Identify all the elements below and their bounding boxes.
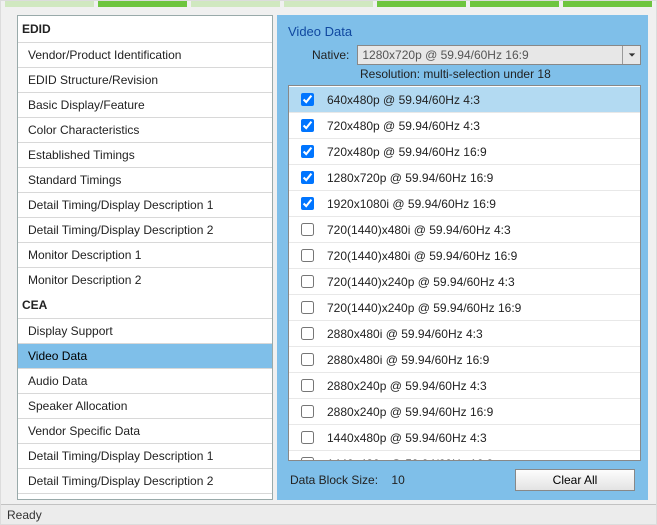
resolution-row[interactable]: 2880x480i @ 59.94/60Hz 4:3 (289, 321, 640, 347)
resolution-checkbox[interactable] (301, 171, 314, 184)
resolution-row[interactable]: 720(1440)x480i @ 59.94/60Hz 16:9 (289, 243, 640, 269)
resolution-checkbox[interactable] (301, 405, 314, 418)
resolution-row[interactable]: 2880x480i @ 59.94/60Hz 16:9 (289, 347, 640, 373)
resolution-row[interactable]: 720(1440)x240p @ 59.94/60Hz 4:3 (289, 269, 640, 295)
block-size-label: Data Block Size: (290, 473, 378, 487)
resolution-row[interactable]: 720x480p @ 59.94/60Hz 16:9 (289, 139, 640, 165)
resolution-checkbox[interactable] (301, 379, 314, 392)
resolution-label: 720x480p @ 59.94/60Hz 4:3 (327, 119, 632, 133)
resolution-row[interactable]: 2880x240p @ 59.94/60Hz 4:3 (289, 373, 640, 399)
resolution-label: 1920x1080i @ 59.94/60Hz 16:9 (327, 197, 632, 211)
resolution-checkbox[interactable] (301, 327, 314, 340)
nav-item[interactable]: Detail Timing/Display Description 3 (18, 493, 272, 500)
nav-item[interactable]: Monitor Description 1 (18, 242, 272, 267)
resolution-checkbox[interactable] (301, 197, 314, 210)
nav-item[interactable]: Basic Display/Feature (18, 92, 272, 117)
resolution-checkbox[interactable] (301, 119, 314, 132)
resolution-row[interactable]: 720(1440)x240p @ 59.94/60Hz 16:9 (289, 295, 640, 321)
status-bar: Ready (1, 504, 656, 524)
clear-all-button[interactable]: Clear All (515, 469, 635, 491)
resolution-checkbox[interactable] (301, 145, 314, 158)
panel-footer: Data Block Size: 10 Clear All (288, 461, 641, 493)
resolution-row[interactable]: 640x480p @ 59.94/60Hz 4:3 (289, 87, 640, 113)
resolution-label: 720x480p @ 59.94/60Hz 16:9 (327, 145, 632, 159)
navigation-tree[interactable]: EDIDVendor/Product IdentificationEDID St… (17, 15, 273, 500)
resolution-row[interactable]: 1920x1080i @ 59.94/60Hz 16:9 (289, 191, 640, 217)
resolution-row[interactable]: 720x480p @ 59.94/60Hz 4:3 (289, 113, 640, 139)
app-window: EDIDVendor/Product IdentificationEDID St… (0, 0, 657, 525)
resolution-label: 720(1440)x240p @ 59.94/60Hz 4:3 (327, 275, 632, 289)
nav-item[interactable]: Display Support (18, 318, 272, 343)
resolution-row[interactable]: 1440x480p @ 59.94/60Hz 4:3 (289, 425, 640, 451)
resolution-label: 2880x480i @ 59.94/60Hz 16:9 (327, 353, 632, 367)
resolution-checkbox[interactable] (301, 301, 314, 314)
nav-item[interactable]: Monitor Description 2 (18, 267, 272, 292)
resolution-label: 2880x240p @ 59.94/60Hz 4:3 (327, 379, 632, 393)
nav-item[interactable]: Audio Data (18, 368, 272, 393)
resolution-checkbox[interactable] (301, 275, 314, 288)
resolution-label: 2880x240p @ 59.94/60Hz 16:9 (327, 405, 632, 419)
panel-title: Video Data (288, 24, 641, 39)
nav-item[interactable]: Color Characteristics (18, 117, 272, 142)
resolution-checkbox[interactable] (301, 223, 314, 236)
resolution-label: 640x480p @ 59.94/60Hz 4:3 (327, 93, 632, 107)
nav-item[interactable]: Speaker Allocation (18, 393, 272, 418)
nav-item[interactable]: Established Timings (18, 142, 272, 167)
main-area: EDIDVendor/Product IdentificationEDID St… (1, 7, 656, 504)
resolution-checkbox[interactable] (301, 93, 314, 106)
nav-item[interactable]: Detail Timing/Display Description 1 (18, 192, 272, 217)
resolution-checkbox[interactable] (301, 249, 314, 262)
resolution-checkbox[interactable] (301, 353, 314, 366)
resolution-label: 2880x480i @ 59.94/60Hz 4:3 (327, 327, 632, 341)
native-row: Native: 1280x720p @ 59.94/60Hz 16:9 (288, 45, 641, 65)
resolution-row[interactable]: 1280x720p @ 59.94/60Hz 16:9 (289, 165, 640, 191)
nav-item[interactable]: Video Data (18, 343, 272, 368)
resolution-label: 720(1440)x240p @ 59.94/60Hz 16:9 (327, 301, 632, 315)
nav-item[interactable]: Detail Timing/Display Description 2 (18, 468, 272, 493)
nav-item[interactable]: Vendor Specific Data (18, 418, 272, 443)
resolution-label: 1440x480p @ 59.94/60Hz 4:3 (327, 431, 632, 445)
block-size-group: Data Block Size: 10 (290, 473, 405, 487)
video-data-panel: Video Data Native: 1280x720p @ 59.94/60H… (277, 15, 648, 500)
resolution-checkbox[interactable] (301, 431, 314, 444)
chevron-down-icon (622, 46, 640, 64)
nav-group-header: CEA (18, 292, 272, 318)
resolution-row[interactable]: 1440x480p @ 59.94/60Hz 16:9 (289, 451, 640, 461)
nav-item[interactable]: EDID Structure/Revision (18, 67, 272, 92)
resolution-label: 720(1440)x480i @ 59.94/60Hz 16:9 (327, 249, 632, 263)
resolution-label: 1280x720p @ 59.94/60Hz 16:9 (327, 171, 632, 185)
nav-item[interactable]: Detail Timing/Display Description 2 (18, 217, 272, 242)
native-label: Native: (312, 48, 349, 62)
resolution-label: 720(1440)x480i @ 59.94/60Hz 4:3 (327, 223, 632, 237)
resolution-hint: Resolution: multi-selection under 18 (288, 67, 641, 81)
resolution-row[interactable]: 2880x240p @ 59.94/60Hz 16:9 (289, 399, 640, 425)
nav-item[interactable]: Vendor/Product Identification (18, 42, 272, 67)
nav-group-header: EDID (18, 16, 272, 42)
status-text: Ready (7, 508, 42, 522)
native-select[interactable]: 1280x720p @ 59.94/60Hz 16:9 (357, 45, 641, 65)
block-size-value: 10 (391, 473, 404, 487)
resolution-list[interactable]: 640x480p @ 59.94/60Hz 4:3 720x480p @ 59.9… (288, 85, 641, 461)
nav-item[interactable]: Detail Timing/Display Description 1 (18, 443, 272, 468)
native-select-value: 1280x720p @ 59.94/60Hz 16:9 (362, 48, 528, 62)
nav-item[interactable]: Standard Timings (18, 167, 272, 192)
resolution-row[interactable]: 720(1440)x480i @ 59.94/60Hz 4:3 (289, 217, 640, 243)
